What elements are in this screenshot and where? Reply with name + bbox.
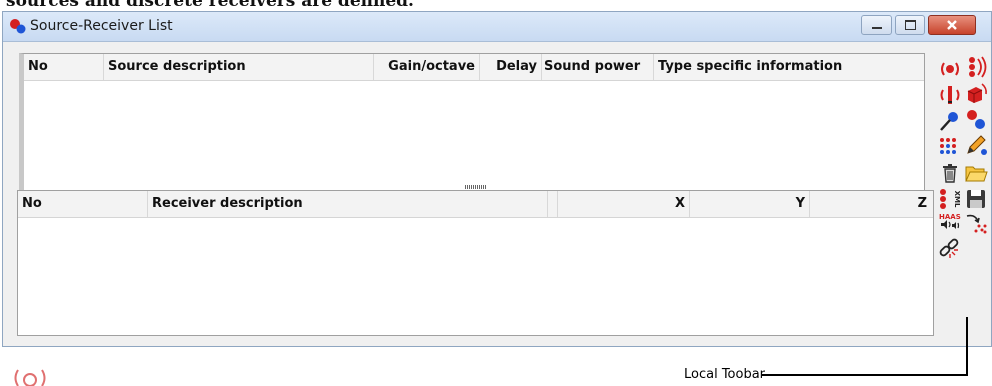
source-col-description[interactable]: Source description: [104, 54, 374, 80]
delete-icon[interactable]: [938, 162, 962, 184]
save-icon[interactable]: [964, 188, 988, 210]
close-button[interactable]: [928, 15, 976, 35]
receiver-table-header: No Receiver description X Y Z: [18, 191, 933, 218]
unlink-icon[interactable]: [938, 238, 962, 260]
receiver-col-x[interactable]: X: [558, 191, 690, 217]
local-toolbar: XML HAAS: [934, 52, 991, 342]
receiver-col-spacer: [548, 191, 558, 217]
source-col-gain[interactable]: Gain/octave: [374, 54, 480, 80]
maximize-button[interactable]: [895, 15, 925, 35]
document-text: sources and discrete receivers are defin…: [6, 0, 414, 11]
surface-source-icon[interactable]: [964, 82, 988, 104]
minimize-button[interactable]: [861, 15, 892, 35]
source-col-no[interactable]: No: [24, 54, 104, 80]
svg-text:XML: XML: [953, 191, 961, 208]
receiver-col-description[interactable]: Receiver description: [148, 191, 548, 217]
minimize-icon: [871, 27, 882, 29]
source-col-delay[interactable]: Delay: [480, 54, 542, 80]
source-table-header: No Source description Gain/octave Delay …: [24, 54, 924, 81]
annotation-leader-horizontal: [762, 374, 968, 376]
source-table[interactable]: No Source description Gain/octave Delay …: [19, 53, 925, 193]
window-title: Source-Receiver List: [30, 18, 173, 34]
microphone-icon[interactable]: [938, 110, 962, 132]
close-icon: [947, 20, 957, 30]
response-icon[interactable]: [964, 212, 988, 234]
directional-source-icon[interactable]: [938, 84, 962, 106]
title-bar[interactable]: Source-Receiver List: [3, 12, 991, 42]
haas-icon[interactable]: HAAS: [938, 212, 962, 234]
receiver-col-z[interactable]: Z: [810, 191, 931, 217]
line-source-icon[interactable]: [964, 56, 988, 78]
edit-icon[interactable]: [964, 134, 988, 156]
open-folder-icon[interactable]: [964, 162, 988, 184]
point-source-icon: [14, 369, 46, 386]
source-col-type-info[interactable]: Type specific information: [654, 54, 925, 80]
receiver-grid-icon[interactable]: [938, 136, 962, 158]
splitter-grip[interactable]: [465, 185, 487, 189]
source-receiver-window: Source-Receiver List No Source descripti…: [2, 11, 992, 347]
svg-text:HAAS: HAAS: [939, 213, 961, 221]
annotation-leader-vertical: [966, 317, 968, 375]
export-xml-icon[interactable]: XML: [938, 188, 962, 210]
source-col-sound-power[interactable]: Sound power: [540, 54, 654, 80]
receiver-pair-icon[interactable]: [964, 108, 988, 130]
maximize-icon: [904, 20, 916, 30]
app-icon: [10, 19, 26, 34]
annotation-label: Local Toobar: [684, 367, 766, 382]
receiver-col-y[interactable]: Y: [690, 191, 810, 217]
point-source-icon[interactable]: [938, 58, 962, 80]
receiver-table[interactable]: No Receiver description X Y Z: [17, 190, 934, 336]
receiver-col-no[interactable]: No: [18, 191, 148, 217]
